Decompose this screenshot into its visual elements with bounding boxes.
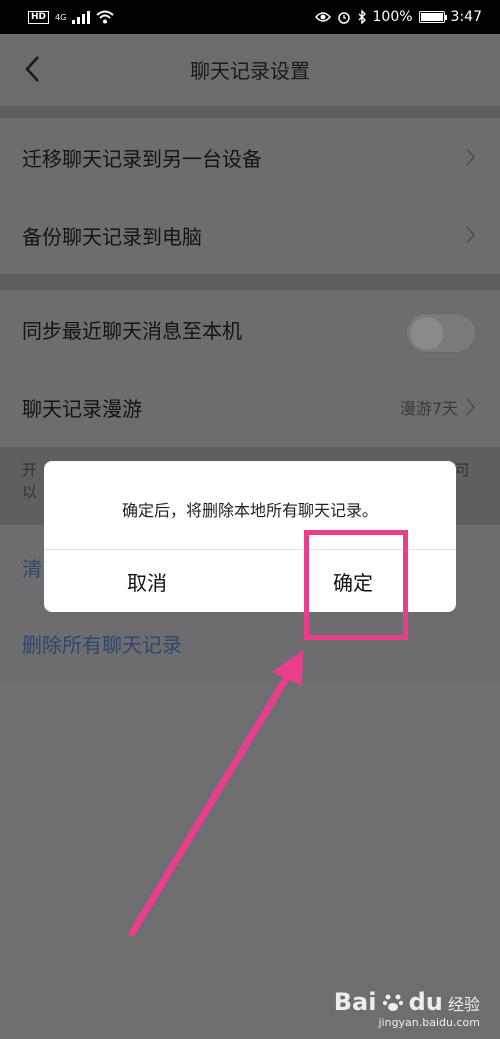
roam-value: 漫游7天	[399, 399, 458, 418]
roam-row[interactable]: 聊天记录漫游 漫游7天	[0, 368, 500, 446]
baidu-logo-text: Bai	[333, 988, 377, 1016]
hint-text: 以	[22, 483, 38, 501]
battery-icon	[418, 11, 447, 23]
section-gap	[0, 274, 500, 290]
migrate-chat-row[interactable]: 迁移聊天记录到另一台设备	[0, 118, 500, 196]
section-gap	[0, 106, 500, 118]
page-title: 聊天记录设置	[190, 59, 310, 83]
delete-all-row[interactable]: 删除所有聊天记录	[0, 603, 500, 683]
battery-percent: 100%	[372, 9, 413, 25]
highlight-box	[304, 530, 408, 640]
toggle-knob	[410, 317, 443, 350]
clear-cache-link[interactable]: 清	[22, 553, 42, 582]
watermark-text: 经验	[447, 995, 480, 1014]
chevron-right-icon	[466, 148, 476, 166]
hint-text: 开	[22, 461, 38, 479]
clock: 3:47	[450, 9, 482, 25]
dialog-message: 确定后，将删除本地所有聊天记录。	[121, 501, 378, 520]
nav-bar: 聊天记录设置	[0, 34, 500, 106]
hd-icon: HD	[28, 10, 50, 24]
sync-section: 同步最近聊天消息至本机 聊天记录漫游 漫游7天	[0, 290, 500, 447]
chevron-right-icon	[466, 226, 476, 244]
sync-row: 同步最近聊天消息至本机	[0, 290, 500, 368]
eye-icon	[314, 12, 331, 22]
baidu-watermark: Bai du 经验 jingyan.baidu.com	[334, 988, 480, 1029]
sync-label: 同步最近聊天消息至本机	[22, 318, 242, 343]
status-bar: HD 4G 100% 3:47	[0, 0, 500, 34]
watermark-url: jingyan.baidu.com	[378, 1016, 480, 1029]
migration-section: 迁移聊天记录到另一台设备 备份聊天记录到电脑	[0, 118, 500, 274]
network-type: 4G	[55, 12, 67, 22]
cancel-button[interactable]: 取消	[44, 550, 250, 612]
sync-toggle[interactable]	[406, 313, 476, 353]
bluetooth-icon	[358, 10, 366, 24]
alarm-icon	[337, 12, 350, 24]
hint-text: 可	[454, 461, 470, 479]
delete-all-link[interactable]: 删除所有聊天记录	[22, 629, 182, 658]
signal-icon	[72, 10, 91, 24]
paw-icon	[382, 994, 403, 1011]
baidu-logo-text: du	[408, 988, 443, 1016]
wifi-icon	[96, 10, 114, 24]
backup-chat-row[interactable]: 备份聊天记录到电脑	[0, 196, 500, 274]
roam-label: 聊天记录漫游	[22, 396, 142, 421]
backup-chat-label: 备份聊天记录到电脑	[22, 224, 202, 249]
migrate-chat-label: 迁移聊天记录到另一台设备	[22, 146, 262, 171]
chevron-right-icon	[466, 398, 476, 416]
